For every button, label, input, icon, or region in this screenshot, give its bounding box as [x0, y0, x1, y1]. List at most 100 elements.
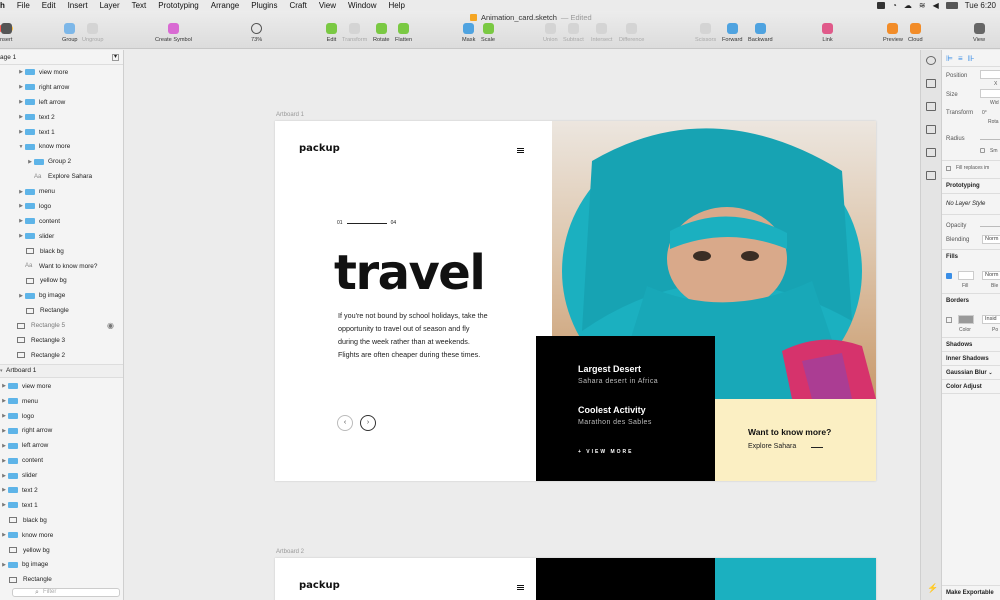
artboard-2[interactable]: packup [275, 558, 876, 600]
battery-icon[interactable] [945, 2, 958, 9]
artboard-2-label[interactable]: Artboard 2 [276, 549, 304, 555]
disclosure-icon[interactable]: ▶ [17, 114, 25, 120]
lightning-icon[interactable]: ⚡ [927, 583, 938, 594]
view-tool-button[interactable]: View [973, 23, 985, 43]
layer-item[interactable]: ▶ right arrow [0, 423, 123, 438]
menu-item-insert[interactable]: Insert [62, 1, 94, 10]
layers-icon[interactable] [926, 102, 936, 111]
border-position-select[interactable]: Insid [982, 315, 1000, 324]
disclosure-icon[interactable]: ▶ [17, 203, 25, 209]
opacity-slider[interactable] [980, 226, 1000, 227]
make-exportable-header[interactable]: Make Exportable [946, 590, 994, 596]
blending-select[interactable]: Norm [982, 235, 1000, 244]
menu-item-help[interactable]: Help [382, 1, 410, 10]
disclosure-icon[interactable]: ▶ [17, 69, 25, 75]
add-artboard-icon[interactable] [926, 171, 936, 180]
insert-tool-button[interactable]: nsert [0, 23, 12, 43]
menu-icon[interactable] [517, 585, 524, 590]
cloud-status-icon[interactable]: ☁ [904, 1, 912, 10]
menu-item-layer[interactable]: Layer [94, 1, 126, 10]
menu-item-edit[interactable]: Edit [36, 1, 62, 10]
layer-item[interactable]: black bg [0, 244, 123, 259]
disclosure-icon[interactable]: ▶ [17, 189, 25, 195]
symbol-tool-button[interactable]: Create Symbol [155, 23, 192, 43]
layer-item[interactable]: ▶ text 1 [0, 125, 123, 140]
link-tool-button[interactable]: Link [822, 23, 833, 43]
layer-item[interactable]: ▶ text 2 [0, 483, 123, 498]
transform-tool-button[interactable]: Transform [342, 23, 367, 43]
menu-item-window[interactable]: Window [342, 1, 382, 10]
layer-item[interactable]: ▶ bg image [0, 558, 123, 573]
rotate-tool-button[interactable]: Rotate [373, 23, 389, 43]
mask-tool-button[interactable]: Mask [462, 23, 475, 43]
layer-item[interactable]: ▶ text 1 [0, 498, 123, 513]
preview-tool-button[interactable]: Preview [883, 23, 903, 43]
disclosure-icon[interactable]: ▶ [26, 159, 34, 165]
disclosure-icon[interactable]: ▶ [0, 502, 8, 508]
align-left-icon[interactable]: ⊫ [946, 54, 953, 63]
layer-item[interactable]: Rectangle 2 [0, 348, 123, 363]
collapse-icon[interactable] [926, 56, 936, 65]
menu-item-view[interactable]: View [313, 1, 342, 10]
wifi-icon[interactable]: ◔ [892, 1, 897, 10]
color-adjust-header[interactable]: Color Adjust [946, 384, 982, 390]
menu-item-prototyping[interactable]: Prototyping [152, 1, 204, 10]
disclosure-icon[interactable]: ▶ [17, 99, 25, 105]
disclosure-icon[interactable]: ▶ [17, 129, 25, 135]
border-color-swatch[interactable] [958, 315, 974, 324]
artboard-1-label[interactable]: Artboard 1 [276, 112, 304, 118]
layer-item[interactable]: ▶ menu [0, 184, 123, 199]
clock[interactable]: Tue 6:20 [965, 1, 996, 10]
canvas[interactable]: Artboard 1 packup 01 04 travel If you're… [124, 50, 920, 600]
artboard-layer[interactable]: ▾ Artboard 1 [0, 363, 123, 378]
disclosure-icon[interactable]: ▶ [0, 458, 8, 464]
menu-item-text[interactable]: Text [126, 1, 153, 10]
view-more-link[interactable]: + VIEW MORE [578, 449, 633, 455]
disclosure-icon[interactable]: ▼ [17, 144, 25, 150]
disclosure-icon[interactable]: ▶ [0, 473, 8, 479]
menu-item-arrange[interactable]: Arrange [205, 1, 245, 10]
layer-item[interactable]: ▼ know more [0, 139, 123, 154]
image-icon[interactable] [926, 148, 936, 157]
fill-replaces-checkbox[interactable] [946, 166, 951, 171]
menu-item-craft[interactable]: Craft [283, 1, 312, 10]
scissors-tool-button[interactable]: Scissors [695, 23, 716, 43]
union-tool-button[interactable]: Union [543, 23, 558, 43]
intersect-tool-button[interactable]: Intersect [591, 23, 612, 43]
layer-item[interactable]: ▶ content [0, 453, 123, 468]
layer-item[interactable]: ▶ slider [0, 468, 123, 483]
layer-item[interactable]: black bg [0, 513, 123, 528]
rotation-value[interactable]: 0° [982, 110, 987, 116]
artboard-1[interactable]: packup 01 04 travel If you're not bound … [275, 121, 876, 481]
ungroup-tool-button[interactable]: Ungroup [82, 23, 103, 43]
disclosure-icon[interactable]: ▶ [0, 487, 8, 493]
explore-sahara-link[interactable]: Explore Sahara [748, 443, 796, 450]
volume-icon[interactable]: ◀ [933, 1, 939, 10]
radius-slider[interactable] [980, 139, 1000, 140]
layer-item[interactable]: ▶ menu [0, 394, 123, 409]
disclosure-icon[interactable]: ▶ [17, 293, 25, 299]
visibility-eye-icon[interactable]: ◉ [107, 321, 114, 330]
layer-item[interactable]: ▶ content [0, 214, 123, 229]
symbol-icon[interactable] [926, 125, 936, 134]
flatten-tool-button[interactable]: Flatten [395, 23, 412, 43]
borders-header[interactable]: Borders [946, 298, 969, 304]
layer-item[interactable]: Rectangle [0, 572, 123, 587]
layer-item[interactable]: ▶ slider [0, 229, 123, 244]
disclosure-icon[interactable]: ▶ [0, 383, 8, 389]
layer-item[interactable]: ▶ view more [0, 379, 123, 394]
layer-item[interactable]: ▶ view more [0, 65, 123, 80]
layer-item[interactable]: Rectangle [0, 303, 123, 318]
wifi-signal-icon[interactable]: ≋ [919, 1, 926, 10]
gaussian-blur-header[interactable]: Gaussian Blur ⌄ [946, 370, 993, 376]
fill-enabled-checkbox[interactable] [946, 273, 952, 279]
menu-item-plugins[interactable]: Plugins [245, 1, 283, 10]
fill-blend-select[interactable]: Norm [982, 271, 1000, 280]
layer-item[interactable]: Rectangle 5 ◉ [0, 318, 123, 333]
subtract-tool-button[interactable]: Subtract [563, 23, 584, 43]
zoom-tool-button[interactable]: 73% [251, 23, 262, 43]
disclosure-icon[interactable]: ▶ [0, 532, 8, 538]
menu-icon[interactable] [517, 148, 524, 153]
layer-item[interactable]: ▶ bg image [0, 288, 123, 303]
next-slide-button[interactable]: › [360, 415, 376, 431]
